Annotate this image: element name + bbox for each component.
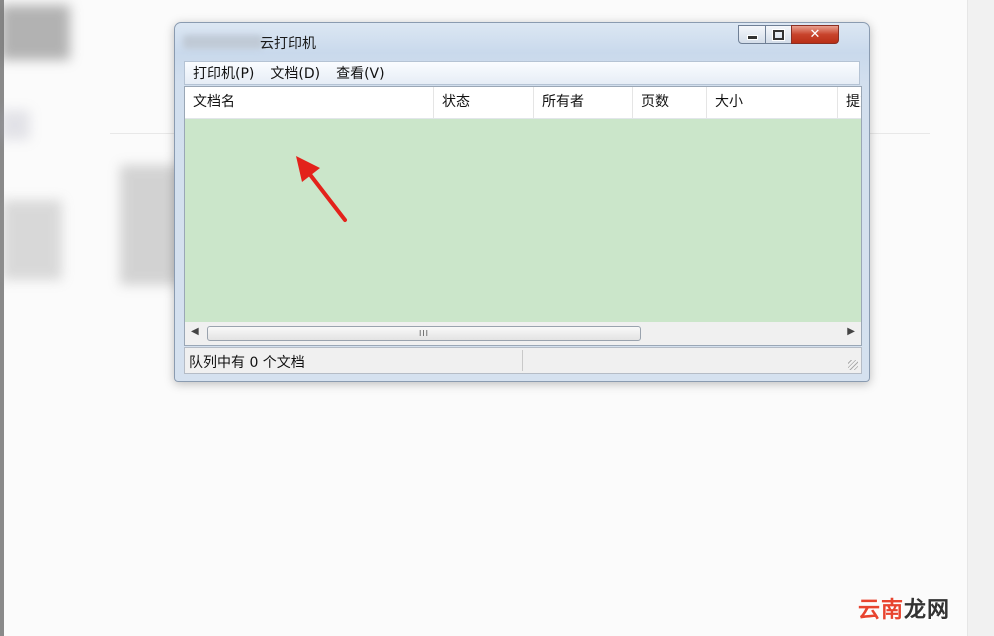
- column-size[interactable]: 大小: [707, 87, 838, 118]
- menu-view[interactable]: 查看(V): [328, 63, 393, 83]
- background-blur-region: [0, 5, 70, 60]
- maximize-icon: [772, 28, 785, 41]
- watermark-text-2: 龙网: [904, 598, 951, 623]
- maximize-button[interactable]: [765, 25, 792, 44]
- menu-printer[interactable]: 打印机(P): [185, 63, 262, 83]
- window-title: 云打印机: [260, 36, 316, 52]
- column-submitted[interactable]: 提交: [838, 87, 861, 118]
- minimize-button[interactable]: [738, 25, 766, 44]
- watermark-logo: 云南龙网: [858, 592, 950, 624]
- background-left-edge: [0, 0, 4, 636]
- queue-status: 队列中有 0 个文档: [189, 355, 305, 371]
- annotation-arrow-icon: [296, 156, 347, 222]
- title-redacted-region: [183, 35, 263, 49]
- background-right-panel: [967, 0, 994, 636]
- status-divider: [522, 350, 523, 371]
- title-bar[interactable]: 云打印机 ✕: [175, 23, 869, 61]
- menu-bar: 打印机(P) 文档(D) 查看(V): [184, 61, 860, 85]
- close-icon: ✕: [809, 27, 821, 42]
- watermark-text-1: 云南: [858, 598, 905, 623]
- background-blur-region: [0, 110, 30, 140]
- column-document-name[interactable]: 文档名: [185, 87, 434, 118]
- scrollbar-thumb[interactable]: III: [207, 326, 641, 341]
- print-queue-window: 云打印机 ✕ 打印机(P) 文档(D) 查看(V) 文档名 状态 所有者 页数 …: [174, 22, 870, 382]
- status-bar: 队列中有 0 个文档: [184, 347, 862, 374]
- minimize-icon: [746, 35, 758, 40]
- horizontal-scrollbar[interactable]: ◀ III ▶: [184, 322, 862, 346]
- column-owner[interactable]: 所有者: [534, 87, 633, 118]
- document-list[interactable]: 文档名 状态 所有者 页数 大小 提交: [184, 86, 862, 346]
- list-header: 文档名 状态 所有者 页数 大小 提交: [185, 87, 861, 119]
- scroll-right-icon[interactable]: ▶: [847, 326, 855, 337]
- background-blur-region: [2, 200, 62, 280]
- resize-grip-icon[interactable]: [848, 360, 858, 370]
- column-pages[interactable]: 页数: [633, 87, 707, 118]
- scroll-left-icon[interactable]: ◀: [191, 326, 199, 337]
- close-button[interactable]: ✕: [791, 25, 839, 44]
- menu-document[interactable]: 文档(D): [262, 63, 328, 83]
- column-status[interactable]: 状态: [434, 87, 534, 118]
